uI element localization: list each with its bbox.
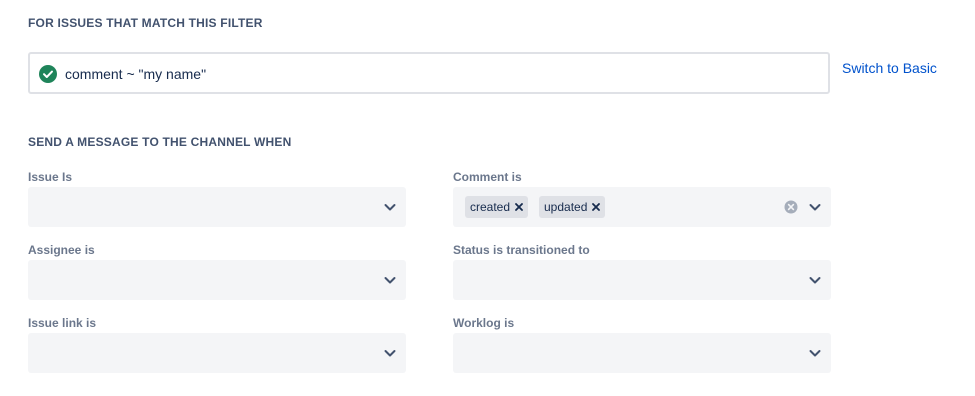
issue-link-is-select[interactable] (28, 333, 406, 373)
issue-is-select[interactable] (28, 187, 406, 227)
chip-label: created (470, 200, 511, 214)
worklog-is-select[interactable] (453, 333, 831, 373)
chevron-down-icon[interactable] (807, 199, 823, 215)
switch-to-basic-link[interactable]: Switch to Basic (842, 60, 937, 76)
status-transitioned-label: Status is transitioned to (453, 243, 590, 257)
issue-link-is-label: Issue link is (28, 316, 97, 330)
jql-query-input[interactable]: comment ~ "my name" (28, 52, 830, 94)
chevron-down-icon[interactable] (807, 345, 823, 361)
comment-is-select[interactable]: created updated (453, 187, 831, 227)
filter-section-heading: FOR ISSUES THAT MATCH THIS FILTER (28, 16, 263, 30)
message-section-heading: SEND A MESSAGE TO THE CHANNEL WHEN (28, 135, 292, 149)
selected-chip-updated: updated (539, 196, 606, 218)
check-circle-icon (39, 65, 57, 83)
chevron-down-icon[interactable] (382, 345, 398, 361)
chevron-down-icon[interactable] (382, 272, 398, 288)
clear-circle-icon[interactable] (784, 200, 798, 214)
chevron-down-icon[interactable] (807, 272, 823, 288)
assignee-is-select[interactable] (28, 260, 406, 300)
cross-icon[interactable] (587, 196, 605, 218)
worklog-is-label: Worklog is (453, 316, 515, 330)
assignee-is-label: Assignee is (28, 243, 95, 257)
chip-label: updated (544, 200, 588, 214)
cross-icon[interactable] (510, 196, 528, 218)
jql-query-text[interactable]: comment ~ "my name" (65, 66, 206, 82)
comment-is-label: Comment is (453, 170, 522, 184)
chevron-down-icon[interactable] (382, 199, 398, 215)
status-transitioned-select[interactable] (453, 260, 831, 300)
issue-is-label: Issue Is (28, 170, 73, 184)
selected-chip-created: created (465, 196, 529, 218)
